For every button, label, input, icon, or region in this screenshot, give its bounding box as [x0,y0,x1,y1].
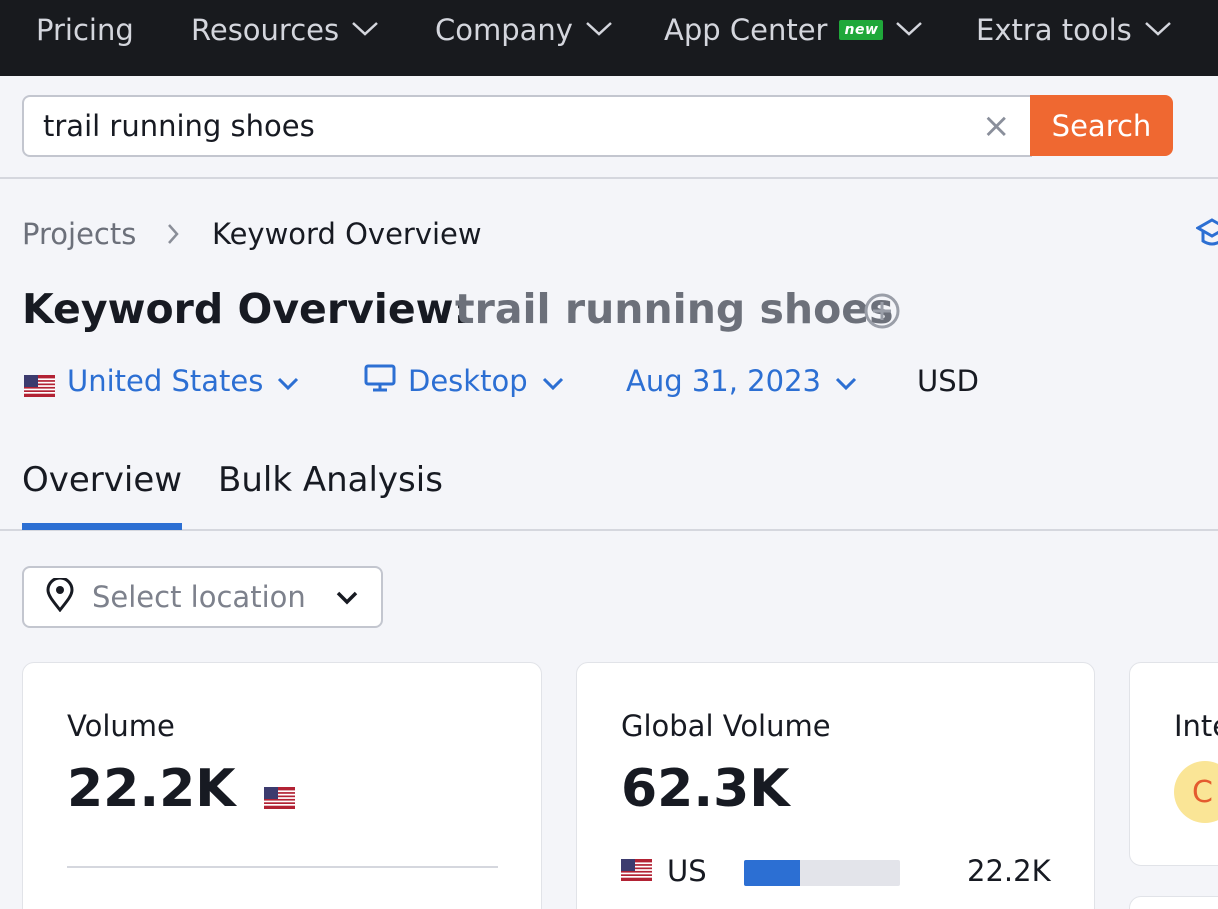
volume-number: 22.2K [67,759,236,819]
chevron-down-icon [336,590,358,609]
active-tab-indicator [22,523,182,530]
us-flag-icon [621,854,652,888]
nav-item-resources[interactable]: Resources [191,8,379,52]
intent-card: Inte C [1129,662,1218,866]
global-volume-card: Global Volume 62.3K US 22.2K [576,662,1095,909]
graduation-cap-icon[interactable] [1194,216,1218,254]
volume-label: Volume [67,709,175,743]
nav-item-label: Extra tools [976,13,1132,47]
global-volume-value: 62.3K [621,759,790,819]
nav-item-pricing[interactable]: Pricing [36,8,134,52]
chevron-down-icon [277,364,299,398]
chevron-down-icon [585,9,613,43]
breadcrumb-separator-icon [166,214,180,254]
nav-item-label: Pricing [36,13,134,47]
breadcrumb-projects[interactable]: Projects [22,214,136,254]
chevron-down-icon [542,364,564,398]
search-bar: trail running shoes Search [0,76,1218,179]
location-placeholder: Select location [92,580,306,614]
currency-label: USD [917,364,979,398]
search-input[interactable]: trail running shoes [22,95,1032,157]
page-keyword: trail running shoes [455,285,894,333]
country-label: United States [67,364,264,398]
breadcrumb-current: Keyword Overview [212,217,482,251]
nav-item-extra-tools[interactable]: Extra tools [976,8,1172,52]
volume-value: 22.2K [67,759,295,822]
top-nav: Pricing Resources Company App Center new… [0,0,1218,76]
intent-label: Inte [1174,709,1218,743]
nav-item-label: App Center [664,13,828,47]
chevron-down-icon [1144,9,1172,43]
page-title: Keyword Overview: [22,285,470,333]
nav-item-label: Resources [191,13,340,47]
location-pin-icon [44,576,76,616]
intent-badge: C [1174,761,1218,823]
country-share-bar [744,860,900,886]
next-card [1129,896,1218,909]
country-code: US [667,854,707,888]
nav-item-company[interactable]: Company [435,8,613,52]
device-filter[interactable]: Desktop [364,360,564,402]
date-filter[interactable]: Aug 31, 2023 [626,360,857,402]
tab-bulk-analysis[interactable]: Bulk Analysis [218,460,443,506]
tab-overview[interactable]: Overview [22,460,182,506]
nav-item-app-center[interactable]: App Center new [664,8,923,52]
chevron-down-icon [835,364,857,398]
country-filter[interactable]: United States [24,360,299,402]
clear-search-icon[interactable]: × [982,108,1011,144]
new-badge: new [839,20,884,40]
nav-item-label: Company [435,13,573,47]
date-label: Aug 31, 2023 [626,364,821,398]
chevron-down-icon [895,9,923,43]
add-keyword-icon[interactable] [863,292,901,334]
us-flag-icon [24,370,55,397]
desktop-icon [364,363,396,400]
chevron-down-icon [351,9,379,43]
country-row: US [621,853,707,889]
location-select[interactable]: Select location [22,566,383,628]
country-share-fill [744,860,800,886]
device-label: Desktop [408,364,528,398]
us-flag-icon [263,762,295,822]
global-volume-label: Global Volume [621,709,831,743]
country-volume: 22.2K [967,854,1051,888]
search-query: trail running shoes [43,109,315,143]
search-button[interactable]: Search [1030,95,1173,156]
volume-card: Volume 22.2K [22,662,542,909]
tabs-divider [0,529,1218,531]
card-divider [67,866,498,868]
